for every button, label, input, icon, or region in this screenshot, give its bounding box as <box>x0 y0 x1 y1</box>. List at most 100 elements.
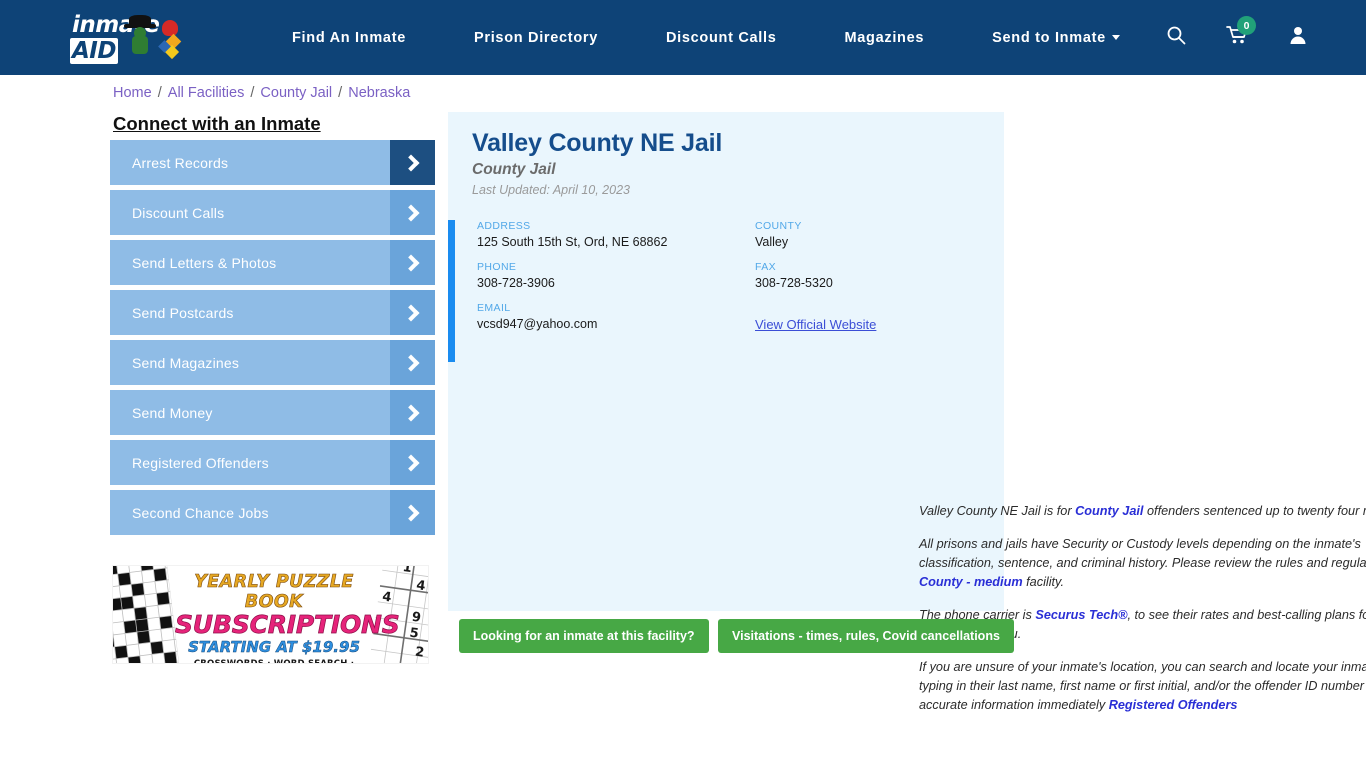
chevron-right-icon <box>390 490 435 535</box>
field-label: COUNTY <box>755 220 802 232</box>
description-paragraph-2: All prisons and jails have Security or C… <box>919 535 1366 592</box>
ad-headline-1: YEARLY PUZZLE BOOK <box>194 572 354 613</box>
link-registered-offenders[interactable]: Registered Offenders <box>1109 698 1238 712</box>
sidebar-item-send-postcards[interactable]: Send Postcards <box>110 290 435 335</box>
visitations-button[interactable]: Visitations - times, rules, Covid cancel… <box>718 619 1014 653</box>
field-label: PHONE <box>477 261 517 273</box>
sidebar-item-label: Registered Offenders <box>132 454 269 471</box>
breadcrumb-item-county-jail[interactable]: County Jail <box>260 85 332 101</box>
facility-contact-block: ADDRESS 125 South 15th St, Ord, NE 68862… <box>448 220 1004 362</box>
nav-item-magazines[interactable]: Magazines <box>811 30 959 46</box>
last-updated-text: Last Updated: April 10, 2023 <box>472 182 630 197</box>
chevron-down-icon <box>1111 35 1120 41</box>
chevron-right-icon <box>390 440 435 485</box>
sidebar-item-second-chance-jobs[interactable]: Second Chance Jobs <box>110 490 435 535</box>
field-address: ADDRESS 125 South 15th St, Ord, NE 68862 <box>477 220 755 249</box>
logo-text-aid: AID <box>70 38 118 64</box>
field-value: Valley <box>755 235 789 249</box>
facility-card-header: Valley County NE Jail County Jail Last U… <box>448 112 1004 197</box>
sidebar-item-label: Send Letters & Photos <box>132 254 277 271</box>
page-title: Valley County NE Jail <box>472 129 723 157</box>
accent-bar <box>448 220 455 362</box>
facility-type: County Jail <box>472 160 556 178</box>
ad-headline-2: SUBSCRIPTIONS <box>175 610 400 640</box>
field-county: COUNTY Valley <box>755 220 987 249</box>
breadcrumb-item-all-facilities[interactable]: All Facilities <box>168 85 245 101</box>
desc-text: All prisons and jails have Security or C… <box>919 537 1366 570</box>
link-county-jail[interactable]: County Jail <box>1075 504 1143 518</box>
field-value: 125 South 15th St, Ord, NE 68862 <box>477 235 668 249</box>
chevron-right-icon <box>390 390 435 435</box>
site-logo[interactable]: inmateAID <box>70 12 194 64</box>
user-account-icon[interactable] <box>1288 25 1308 50</box>
sidebar-item-send-money[interactable]: Send Money <box>110 390 435 435</box>
description-paragraph-1: Valley County NE Jail is for County Jail… <box>919 502 1366 521</box>
sidebar-item-registered-offenders[interactable]: Registered Offenders <box>110 440 435 485</box>
sidebar-item-arrest-records[interactable]: Arrest Records <box>110 140 435 185</box>
facility-contact-grid: ADDRESS 125 South 15th St, Ord, NE 68862… <box>477 220 987 346</box>
logo-text-inmate: inmate <box>72 12 160 38</box>
field-value: 308-728-5320 <box>755 276 833 290</box>
sidebar-item-label: Arrest Records <box>132 154 229 171</box>
ad-price-line: STARTING AT $19.95 <box>188 638 360 657</box>
breadcrumb-item-home[interactable]: Home <box>113 85 152 101</box>
chevron-right-icon <box>390 140 435 185</box>
description-paragraph-4: If you are unsure of your inmate's locat… <box>919 658 1366 715</box>
ad-tagline: CROSSWORDS · WORD SEARCH · SUDOKU · BRAI… <box>193 659 355 664</box>
breadcrumb-separator: / <box>153 85 166 101</box>
view-official-website-link[interactable]: View Official Website <box>755 317 876 332</box>
breadcrumb: Home / All Facilities / County Jail / Ne… <box>113 85 410 101</box>
field-value: vcsd947@yahoo.com <box>477 317 598 331</box>
breadcrumb-separator: / <box>246 85 259 101</box>
nav-item-discount-calls[interactable]: Discount Calls <box>632 30 811 46</box>
shopping-cart-icon[interactable]: 0 <box>1226 16 1256 50</box>
sidebar-item-label: Send Money <box>132 404 213 421</box>
nav-item-prison-directory[interactable]: Prison Directory <box>440 30 632 46</box>
cart-count-badge: 0 <box>1237 16 1256 35</box>
desc-text: facility. <box>1022 575 1064 589</box>
sidebar-heading: Connect with an Inmate <box>113 113 321 134</box>
looking-for-inmate-button[interactable]: Looking for an inmate at this facility? <box>459 619 709 653</box>
field-email: EMAIL vcsd947@yahoo.com <box>477 302 755 334</box>
sidebar-menu: Arrest Records Discount Calls Send Lette… <box>110 140 435 540</box>
chevron-right-icon <box>390 340 435 385</box>
nav-item-send-to-inmate[interactable]: Send to Inmate <box>958 30 1154 46</box>
facility-info-card: Valley County NE Jail County Jail Last U… <box>448 112 1366 712</box>
sidebar-item-label: Send Postcards <box>132 304 234 321</box>
field-website: View Official Website <box>755 302 987 334</box>
desc-text: Valley County NE Jail is for <box>919 504 1076 518</box>
sidebar-item-send-letters-photos[interactable]: Send Letters & Photos <box>110 240 435 285</box>
field-fax: FAX 308-728-5320 <box>755 261 987 290</box>
field-phone: PHONE 308-728-3906 <box>477 261 755 290</box>
crossword-grid-icon <box>113 566 180 663</box>
search-icon[interactable] <box>1166 25 1186 50</box>
field-label: FAX <box>755 261 777 273</box>
field-label-spacer <box>755 302 987 314</box>
chevron-right-icon <box>390 290 435 335</box>
sidebar-item-label: Send Magazines <box>132 354 240 371</box>
link-county-medium[interactable]: County - medium <box>919 575 1023 589</box>
nav-label: Find An Inmate <box>292 29 406 46</box>
sidebar-item-label: Discount Calls <box>132 204 225 221</box>
nav-label: Send to Inmate <box>992 29 1106 46</box>
chevron-right-icon <box>390 240 435 285</box>
link-securus-tech[interactable]: Securus Tech® <box>1035 608 1127 622</box>
ad-text-block: YEARLY PUZZLE BOOK SUBSCRIPTIONS STARTIN… <box>175 572 400 664</box>
breadcrumb-separator: / <box>334 85 347 101</box>
nav-item-find-an-inmate[interactable]: Find An Inmate <box>258 30 440 46</box>
puzzle-book-ad-banner[interactable]: 1 4 4 9 5 2 YEARLY PUZZLE BOOK SUBSCRIPT… <box>112 565 429 664</box>
chevron-right-icon <box>390 190 435 235</box>
field-label: ADDRESS <box>477 220 531 232</box>
logo-wordmark: inmateAID <box>70 12 194 64</box>
sidebar-item-discount-calls[interactable]: Discount Calls <box>110 190 435 235</box>
field-label: EMAIL <box>477 302 511 314</box>
sidebar-item-send-magazines[interactable]: Send Magazines <box>110 340 435 385</box>
breadcrumb-item-nebraska[interactable]: Nebraska <box>348 85 410 101</box>
sidebar-item-label: Second Chance Jobs <box>132 504 269 521</box>
nav-label: Magazines <box>844 29 925 46</box>
header-icon-group: 0 <box>1166 0 1308 75</box>
top-navigation-bar: inmateAID Find An Inmate Prison Director… <box>0 0 1366 75</box>
desc-text: offenders sentenced up to twenty four mo… <box>1146 504 1366 518</box>
facility-description: Valley County NE Jail is for County Jail… <box>919 502 1366 729</box>
nav-label: Prison Directory <box>473 29 598 46</box>
